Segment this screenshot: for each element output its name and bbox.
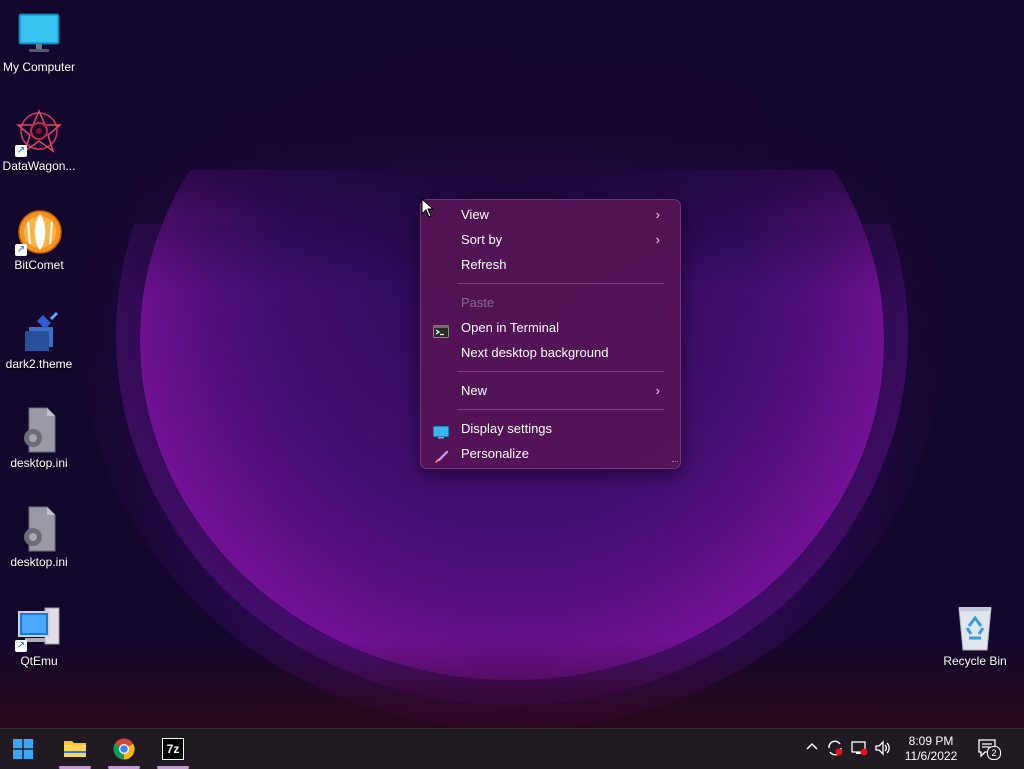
- menu-item-label: Paste: [461, 295, 495, 310]
- menu-item-label: View: [461, 207, 489, 222]
- chevron-right-icon: ›: [655, 207, 660, 222]
- chevron-right-icon: ›: [655, 232, 660, 247]
- desktop-icon-label: dark2.theme: [5, 357, 73, 371]
- file-explorer-icon: [63, 738, 87, 763]
- qtemu-icon: ↗: [15, 604, 63, 652]
- recycle-bin-icon: [951, 604, 999, 652]
- mouse-cursor-icon: [421, 197, 435, 218]
- 7zip-icon: 7z: [162, 738, 184, 760]
- desktop-icon-desktop-ini[interactable]: desktop.ini: [0, 501, 78, 591]
- desktop-icon-label: DataWagon...: [2, 159, 76, 173]
- desktop-icon-label: desktop.ini: [10, 456, 68, 470]
- chevron-right-icon: ›: [655, 383, 660, 398]
- shortcut-arrow-icon: ↗: [15, 145, 27, 157]
- menu-item-label: Personalize: [461, 446, 529, 461]
- desktop-icon-label: BitComet: [14, 258, 64, 272]
- clock-time: 8:09 PM: [908, 734, 954, 748]
- start-button[interactable]: [3, 729, 43, 769]
- menu-item-view[interactable]: View ›: [425, 202, 676, 227]
- notification-center-icon[interactable]: 2: [978, 739, 1001, 760]
- desktop-icon-label: Recycle Bin: [943, 654, 1007, 668]
- menu-item-refresh[interactable]: Refresh: [425, 252, 676, 277]
- shortcut-arrow-icon: ↗: [15, 640, 27, 652]
- desktop-icon-qtemu[interactable]: ↗ QtEmu: [0, 600, 78, 690]
- desktop-icon-label: My Computer: [2, 60, 76, 74]
- menu-item-label: New: [461, 383, 488, 398]
- notification-badge: 2: [987, 746, 1001, 760]
- theme-file-icon: [15, 307, 63, 355]
- bitcomet-logo-icon: ↗: [15, 208, 63, 256]
- menu-separator: [457, 283, 664, 284]
- desktop-icon-datawagon[interactable]: ↗ DataWagon...: [0, 105, 78, 195]
- menu-item-label: Sort by: [461, 232, 503, 247]
- wallpaper-bottom-shade: [0, 640, 1024, 728]
- menu-item-label: Refresh: [461, 257, 507, 272]
- menu-item-new[interactable]: New ›: [425, 378, 676, 403]
- display-icon: [433, 422, 449, 439]
- show-hidden-icons-chevron-up-icon[interactable]: [803, 739, 821, 757]
- desktop-icon-my-computer[interactable]: My Computer: [0, 6, 78, 96]
- chrome-icon: [113, 738, 135, 765]
- desktop-icon-dark2-theme[interactable]: dark2.theme: [0, 303, 78, 393]
- menu-item-display-settings[interactable]: Display settings: [425, 416, 676, 441]
- settings-file-icon: [15, 505, 63, 553]
- taskbar-clock[interactable]: 8:09 PM 11/6/2022: [896, 734, 966, 764]
- desktop-context-menu: View › Sort by › Refresh Paste Open in T…: [420, 199, 681, 469]
- menu-item-personalize[interactable]: Personalize: [425, 441, 676, 466]
- brush-icon: [433, 447, 449, 463]
- menu-item-label: Next desktop background: [461, 345, 609, 360]
- monitor-icon: [15, 10, 63, 58]
- menu-item-label: Open in Terminal: [461, 320, 560, 335]
- menu-item-sort-by[interactable]: Sort by ›: [425, 227, 676, 252]
- shortcut-arrow-icon: ↗: [15, 244, 27, 256]
- menu-separator: [457, 371, 664, 372]
- menu-resize-grip: [672, 461, 678, 466]
- terminal-icon: [433, 321, 449, 338]
- desktop-icon-desktop-ini[interactable]: desktop.ini: [0, 402, 78, 492]
- menu-separator: [457, 409, 664, 410]
- menu-item-open-in-terminal[interactable]: Open in Terminal: [425, 315, 676, 340]
- volume-icon[interactable]: [874, 739, 892, 757]
- menu-item-label: Display settings: [461, 421, 553, 436]
- menu-item-next-desktop-background[interactable]: Next desktop background: [425, 340, 676, 365]
- taskbar-file-explorer[interactable]: [55, 729, 95, 769]
- settings-file-icon: [15, 406, 63, 454]
- menu-item-paste: Paste: [425, 290, 676, 315]
- desktop-icon-recycle-bin[interactable]: Recycle Bin: [936, 600, 1014, 690]
- desktop-icon-label: QtEmu: [20, 654, 58, 668]
- taskbar-chrome[interactable]: [104, 729, 144, 769]
- network-icon[interactable]: [850, 739, 868, 757]
- desktop-icon-label: desktop.ini: [10, 555, 68, 569]
- desktop-icon-bitcomet[interactable]: ↗ BitComet: [0, 204, 78, 294]
- clock-date: 11/6/2022: [904, 749, 958, 763]
- desktop-wallpaper: My Computer ↗ DataWagon... ↗ BitComet da…: [0, 0, 1024, 728]
- datawagon-logo-icon: ↗: [15, 109, 63, 157]
- start-icon: [13, 739, 33, 764]
- taskbar: 7z 8:09 PM 11/6/2022 2: [0, 728, 1024, 769]
- sync-error-icon[interactable]: [826, 739, 844, 757]
- taskbar-7zip[interactable]: 7z: [153, 729, 193, 769]
